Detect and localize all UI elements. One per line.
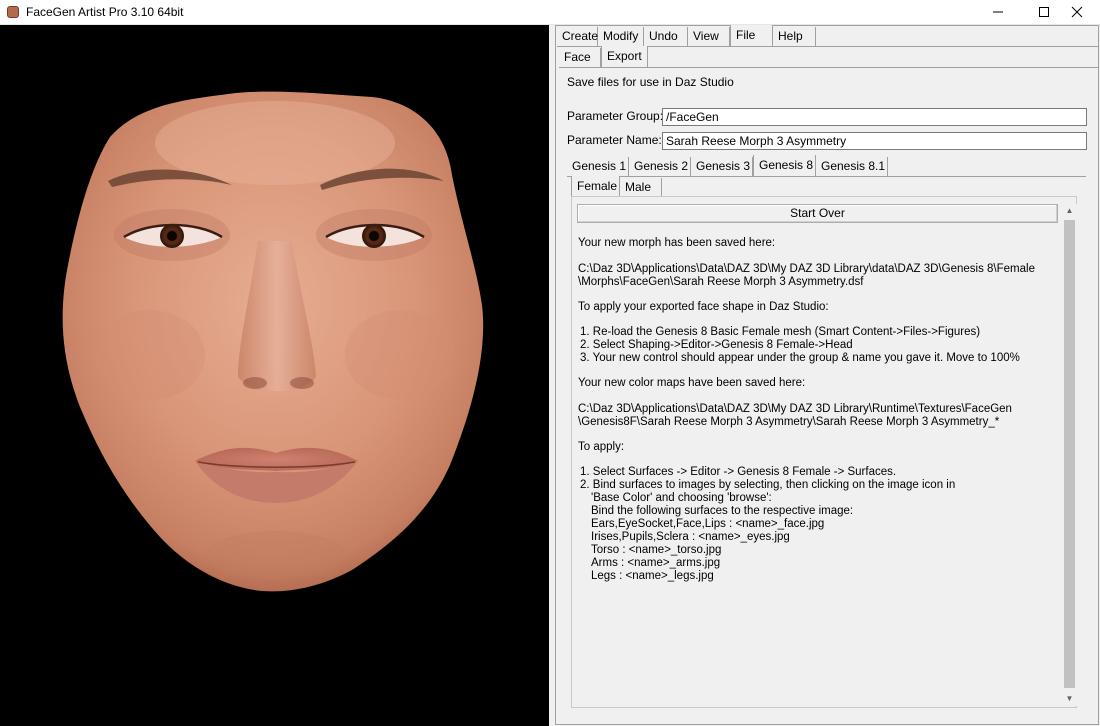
message-scrollbar[interactable]: ▲ ▼ — [1062, 204, 1077, 706]
start-over-button[interactable]: Start Over — [577, 204, 1058, 223]
apply-step-2: 2. Select Shaping->Editor->Genesis 8 Fem… — [580, 339, 853, 351]
scroll-down-arrow-icon[interactable]: ▼ — [1062, 692, 1077, 706]
genesis-tab-line — [567, 176, 1086, 177]
color-maps-heading: Your new color maps have been saved here… — [578, 377, 806, 389]
tab-genesis-3[interactable]: Genesis 3 — [691, 157, 753, 176]
tab-modify[interactable]: Modify — [598, 27, 644, 46]
texture-map-legs: Legs : <name>_legs.jpg — [591, 570, 714, 582]
tab-genesis-8[interactable]: Genesis 8 — [753, 155, 816, 176]
app-icon — [7, 6, 19, 18]
morph-path-line-2: \Morphs\FaceGen\Sarah Reese Morph 3 Asym… — [578, 276, 864, 288]
window-title: FaceGen Artist Pro 3.10 64bit — [26, 5, 184, 19]
to-apply-heading: To apply: — [578, 441, 625, 453]
texture-step-1: 1. Select Surfaces -> Editor -> Genesis … — [580, 466, 897, 478]
morph-path-line-1: C:\Daz 3D\Applications\Data\DAZ 3D\My DA… — [578, 263, 1035, 275]
parameter-group-label: Parameter Group: — [567, 109, 664, 123]
tab-help[interactable]: Help — [773, 27, 816, 46]
tab-create[interactable]: Create — [557, 27, 598, 46]
close-icon — [1071, 6, 1083, 18]
3d-viewport[interactable] — [0, 25, 549, 726]
color-path-line-1: C:\Daz 3D\Applications\Data\DAZ 3D\My DA… — [578, 403, 1012, 415]
tab-genesis-2[interactable]: Genesis 2 — [629, 157, 691, 176]
tab-genesis-1[interactable]: Genesis 1 — [567, 157, 629, 176]
maximize-icon — [1039, 7, 1049, 17]
tab-female[interactable]: Female — [571, 176, 620, 197]
tab-export[interactable]: Export — [601, 46, 648, 67]
face-render — [62, 91, 484, 592]
parameter-group-field[interactable]: /FaceGen — [662, 108, 1087, 126]
tab-male[interactable]: Male — [620, 178, 662, 197]
scroll-thumb[interactable] — [1064, 220, 1075, 688]
texture-map-torso: Torso : <name>_torso.jpg — [591, 544, 722, 556]
close-button[interactable] — [1054, 0, 1100, 24]
texture-step-2a: 2. Bind surfaces to images by selecting,… — [580, 479, 956, 491]
texture-map-face: Ears,EyeSocket,Face,Lips : <name>_face.j… — [591, 518, 825, 530]
file-tab-line — [559, 67, 1098, 68]
parameter-name-field[interactable]: Sarah Reese Morph 3 Asymmetry — [662, 132, 1087, 150]
parameter-name-label: Parameter Name: — [567, 133, 662, 147]
saved-heading: Your new morph has been saved here: — [578, 237, 776, 249]
minimize-button[interactable] — [975, 0, 1021, 24]
scroll-up-arrow-icon[interactable]: ▲ — [1062, 204, 1077, 218]
tab-undo[interactable]: Undo — [644, 27, 688, 46]
title-bar: FaceGen Artist Pro 3.10 64bit — [0, 0, 1100, 25]
color-path-line-2: \Genesis8F\Sarah Reese Morph 3 Asymmetry… — [578, 416, 1000, 428]
minimize-icon — [993, 11, 1003, 13]
tab-file[interactable]: File — [730, 25, 773, 46]
texture-step-2c: Bind the following surfaces to the respe… — [591, 505, 854, 517]
texture-map-eyes: Irises,Pupils,Sclera : <name>_eyes.jpg — [591, 531, 790, 543]
apply-heading: To apply your exported face shape in Daz… — [578, 301, 829, 313]
tab-view[interactable]: View — [688, 27, 730, 46]
texture-step-2b: 'Base Color' and choosing 'browse': — [591, 492, 772, 504]
texture-map-arms: Arms : <name>_arms.jpg — [591, 557, 721, 569]
tab-genesis-8-1[interactable]: Genesis 8.1 — [816, 157, 888, 176]
export-heading: Save files for use in Daz Studio — [567, 75, 734, 89]
apply-step-1: 1. Re-load the Genesis 8 Basic Female me… — [580, 326, 981, 338]
apply-step-3: 3. Your new control should appear under … — [580, 352, 1020, 364]
tab-face[interactable]: Face — [559, 48, 601, 67]
